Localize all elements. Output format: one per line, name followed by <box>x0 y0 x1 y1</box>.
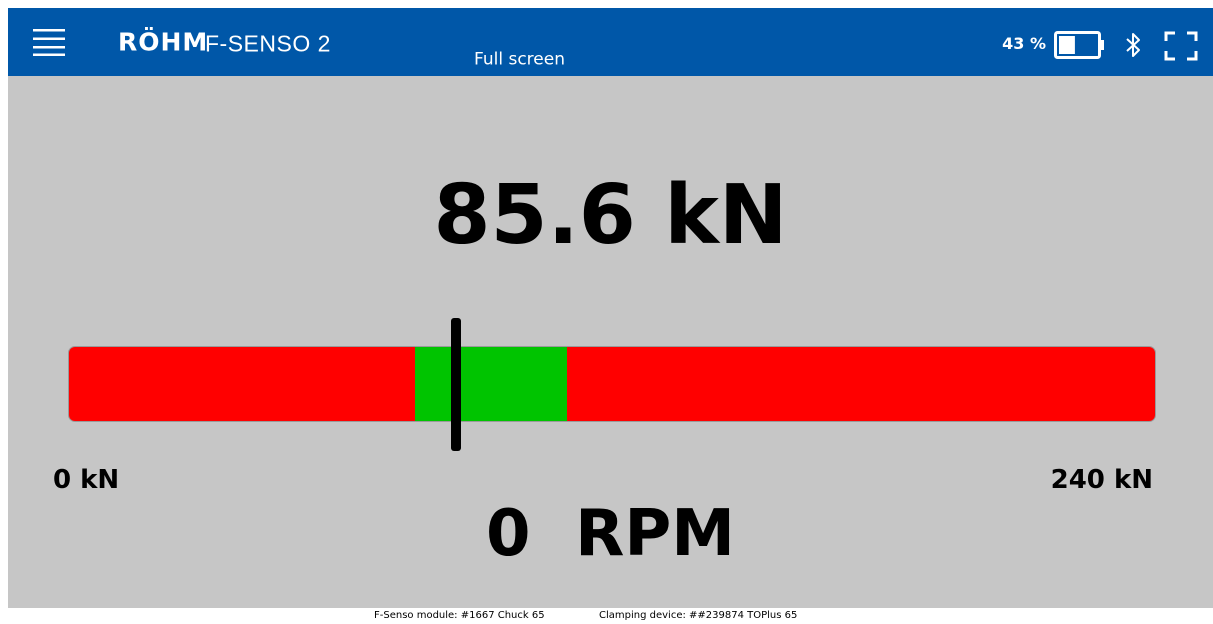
clamping-force-value: 85.6 kN <box>433 168 788 263</box>
battery-icon <box>1054 31 1104 59</box>
status-footer: F-Senso module: #1667 Chuck 65 Clamping … <box>0 608 1213 624</box>
product-name: F-SENSO 2 <box>205 30 331 57</box>
force-gauge <box>68 318 1156 451</box>
gauge-current-marker <box>451 318 462 451</box>
fullscreen-icon[interactable] <box>1164 31 1198 61</box>
gauge-min-label: 0 kN <box>53 465 120 495</box>
rpm-value: 0 RPM <box>486 497 735 571</box>
hamburger-menu-icon[interactable] <box>33 28 65 56</box>
measurement-panel: 85.6 kN 0 kN 240 kN 0 RPM <box>8 76 1213 608</box>
view-mode-label: Full screen <box>474 49 565 70</box>
brand-logo: RÖHM <box>118 27 209 57</box>
battery-percent: 43 % <box>1002 34 1046 53</box>
footer-module-info: F-Senso module: #1667 Chuck 65 <box>374 610 545 621</box>
footer-device-info: Clamping device: ##239874 TOPlus 65 <box>599 610 798 621</box>
gauge-track <box>68 346 1156 422</box>
app-header: RÖHM F-SENSO 2 Full screen 43 % <box>8 8 1213 76</box>
gauge-ok-range <box>415 347 567 421</box>
gauge-max-label: 240 kN <box>1050 465 1153 495</box>
bluetooth-icon[interactable] <box>1125 31 1141 59</box>
